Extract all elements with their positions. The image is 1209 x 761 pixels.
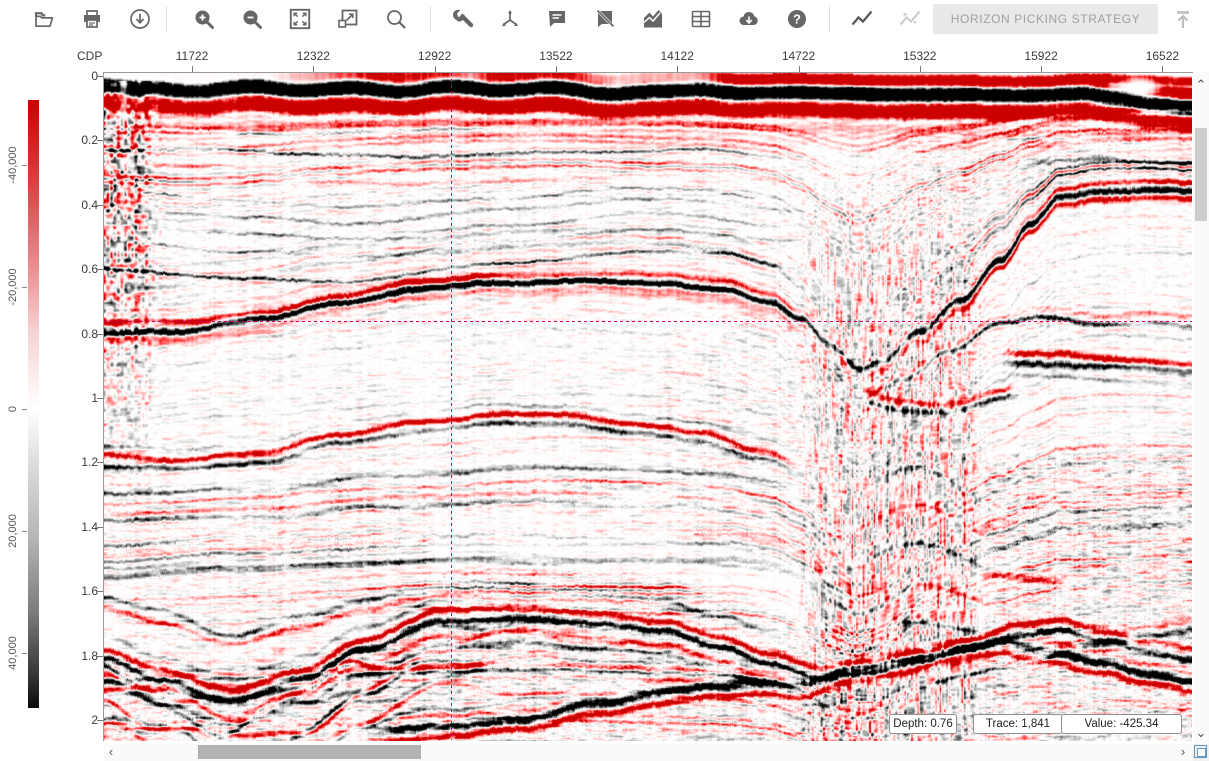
svg-text:?: ? [793, 12, 801, 27]
